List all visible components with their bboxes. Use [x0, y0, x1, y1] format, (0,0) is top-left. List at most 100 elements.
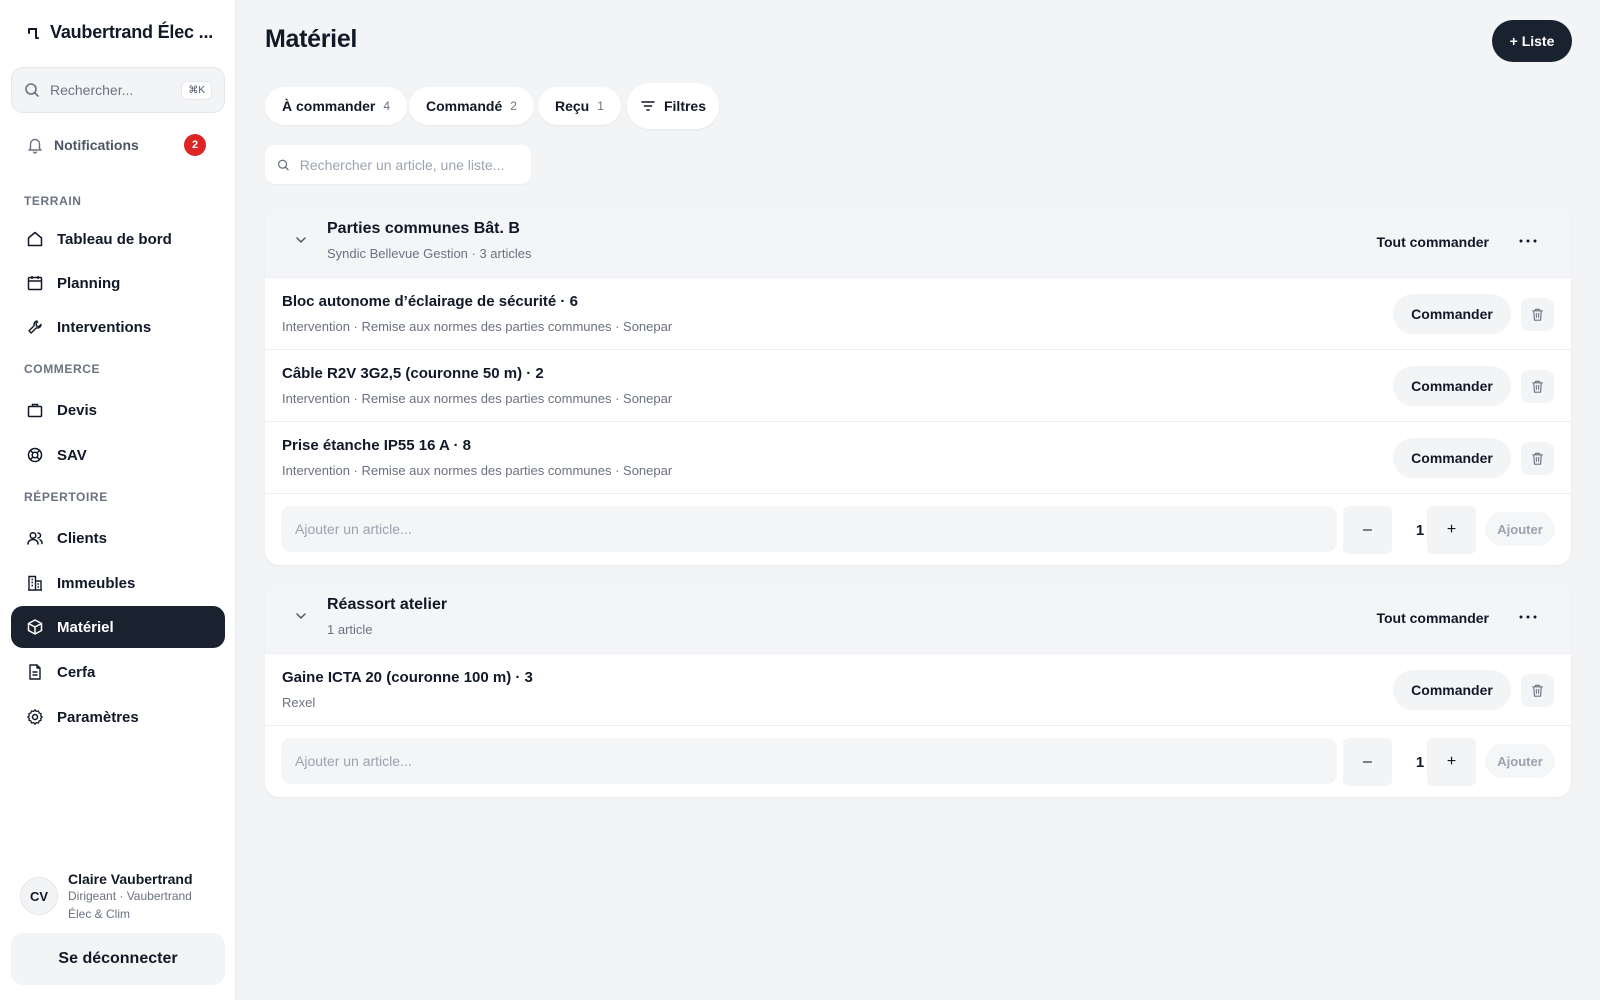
- sidebar-item-immeubles[interactable]: Immeubles: [11, 562, 225, 604]
- search-icon: [277, 159, 289, 170]
- sidebar-item-clients[interactable]: Clients: [11, 517, 225, 559]
- trash-icon[interactable]: [1521, 298, 1554, 331]
- sidebar-item-parametres[interactable]: Paramètres: [11, 696, 225, 738]
- chip-count: 1: [597, 99, 604, 113]
- sidebar-item-tableau-de-bord[interactable]: Tableau de bord: [11, 218, 225, 260]
- chevron-down-icon[interactable]: [293, 232, 309, 248]
- notifications-button[interactable]: Notifications 2: [26, 132, 206, 158]
- filter-chip-recu[interactable]: Reçu 1: [538, 87, 621, 125]
- new-list-button[interactable]: + Liste: [1492, 20, 1572, 62]
- sidebar-item-label: Matériel: [57, 618, 114, 636]
- order-all-button[interactable]: Tout commander: [1376, 606, 1489, 630]
- logout-button[interactable]: Se déconnecter: [11, 933, 225, 985]
- chip-label: Commandé: [426, 98, 503, 114]
- more-options-icon[interactable]: [1515, 604, 1541, 630]
- item-title: Gaine ICTA 20 (couronne 100 m) · 3: [282, 669, 533, 686]
- brand-logo-icon: [28, 27, 39, 39]
- sidebar-item-interventions[interactable]: Interventions: [11, 306, 225, 348]
- list-group-title: Réassort atelier: [327, 596, 448, 613]
- quantity-increment-button[interactable]: +: [1427, 738, 1476, 786]
- building-icon: [28, 575, 42, 591]
- sidebar-item-label: Planning: [57, 274, 121, 292]
- list-group: Parties communes Bât. B Syndic Bellevue …: [265, 206, 1571, 565]
- chip-count: 4: [383, 99, 391, 113]
- main-search-input[interactable]: [299, 156, 519, 173]
- order-button[interactable]: Commander: [1393, 366, 1511, 406]
- section-label-terrain: TERRAIN: [24, 194, 82, 208]
- trash-icon[interactable]: [1521, 370, 1554, 403]
- list-group-title: Parties communes Bât. B: [327, 220, 520, 237]
- box-icon: [27, 619, 43, 635]
- filter-chip-a-commander[interactable]: À commander 4: [265, 87, 408, 125]
- users-icon: [27, 531, 43, 545]
- more-options-icon[interactable]: [1515, 228, 1541, 254]
- item-title: Câble R2V 3G2,5 (couronne 50 m) · 2: [282, 365, 544, 382]
- list-group-header: Réassort atelier 1 article Tout commande…: [265, 582, 1571, 654]
- filters-label: Filtres: [663, 98, 706, 114]
- sidebar-item-planning[interactable]: Planning: [11, 262, 225, 304]
- filters-button[interactable]: Filtres: [627, 83, 719, 129]
- search-shortcut: ⌘K: [181, 80, 212, 100]
- sidebar-search[interactable]: Rechercher... ⌘K: [11, 67, 225, 113]
- sidebar-item-label: Devis: [57, 401, 98, 419]
- brand-name: Vaubertrand Élec ...: [50, 22, 214, 42]
- item-meta: Intervention · Remise aux normes des par…: [282, 319, 673, 334]
- sidebar-item-label: Tableau de bord: [57, 230, 172, 248]
- add-item-row: – 1 + Ajouter: [265, 726, 1571, 797]
- briefcase-icon: [27, 403, 43, 418]
- chevron-down-icon[interactable]: [293, 608, 309, 624]
- list-group: Réassort atelier 1 article Tout commande…: [265, 582, 1571, 797]
- filter-icon: [641, 101, 655, 111]
- quantity-decrement-button[interactable]: –: [1343, 506, 1392, 554]
- add-item-button[interactable]: Ajouter: [1485, 512, 1555, 546]
- user-profile[interactable]: CV Claire Vaubertrand Dirigeant · Vauber…: [20, 871, 208, 923]
- calendar-icon: [27, 276, 43, 291]
- chip-count: 2: [510, 99, 517, 113]
- sidebar: Vaubertrand Élec ... Rechercher... ⌘K No…: [0, 0, 236, 1000]
- gear-icon: [27, 709, 43, 725]
- sidebar-item-label: Immeubles: [57, 574, 136, 592]
- quantity-decrement-button[interactable]: –: [1343, 738, 1392, 786]
- item-title: Bloc autonome d’éclairage de sécurité · …: [282, 293, 578, 310]
- list-group-subtitle: 1 article: [327, 622, 373, 637]
- sidebar-item-label: Interventions: [57, 318, 152, 336]
- quantity-increment-button[interactable]: +: [1427, 506, 1476, 554]
- sidebar-item-devis[interactable]: Devis: [11, 389, 225, 431]
- item-meta: Rexel: [282, 695, 316, 710]
- chip-label: À commander: [282, 98, 376, 114]
- sidebar-item-label: Cerfa: [57, 663, 96, 681]
- sidebar-item-label: Paramètres: [57, 708, 139, 726]
- add-item-input[interactable]: [281, 506, 1337, 552]
- bell-icon: [28, 138, 42, 154]
- wrench-icon: [28, 320, 42, 334]
- order-button[interactable]: Commander: [1393, 670, 1511, 710]
- add-item-input[interactable]: [281, 738, 1337, 784]
- order-button[interactable]: Commander: [1393, 294, 1511, 334]
- add-item-button[interactable]: Ajouter: [1485, 744, 1555, 778]
- section-label-commerce: COMMERCE: [24, 362, 101, 376]
- list-item: Bloc autonome d’éclairage de sécurité · …: [265, 278, 1571, 350]
- item-meta: Intervention · Remise aux normes des par…: [282, 463, 673, 478]
- section-label-repertoire: RÉPERTOIRE: [24, 490, 108, 504]
- order-all-button[interactable]: Tout commander: [1376, 230, 1489, 254]
- lifebuoy-icon: [27, 447, 43, 463]
- notifications-count-badge: 2: [184, 134, 206, 156]
- list-item: Gaine ICTA 20 (couronne 100 m) · 3 Rexel…: [265, 654, 1571, 726]
- filter-chip-commande[interactable]: Commandé 2: [409, 87, 534, 125]
- brand[interactable]: Vaubertrand Élec ...: [26, 22, 213, 43]
- sidebar-item-materiel[interactable]: Matériel: [11, 606, 225, 648]
- main-search[interactable]: [265, 145, 531, 184]
- sidebar-item-sav[interactable]: SAV: [11, 434, 225, 476]
- notifications-label: Notifications: [54, 137, 139, 153]
- sidebar-search-placeholder: Rechercher...: [50, 82, 134, 98]
- trash-icon[interactable]: [1521, 442, 1554, 475]
- item-meta: Intervention · Remise aux normes des par…: [282, 391, 673, 406]
- sidebar-item-cerfa[interactable]: Cerfa: [11, 651, 225, 693]
- list-group-subtitle: Syndic Bellevue Gestion · 3 articles: [327, 246, 532, 261]
- order-button[interactable]: Commander: [1393, 438, 1511, 478]
- sidebar-item-label: Clients: [57, 529, 108, 547]
- page-title: Matériel: [265, 25, 358, 53]
- user-role: Dirigeant · Vaubertrand Élec & Clim: [68, 889, 192, 921]
- trash-icon[interactable]: [1521, 674, 1554, 707]
- user-name: Claire Vaubertrand: [68, 871, 193, 887]
